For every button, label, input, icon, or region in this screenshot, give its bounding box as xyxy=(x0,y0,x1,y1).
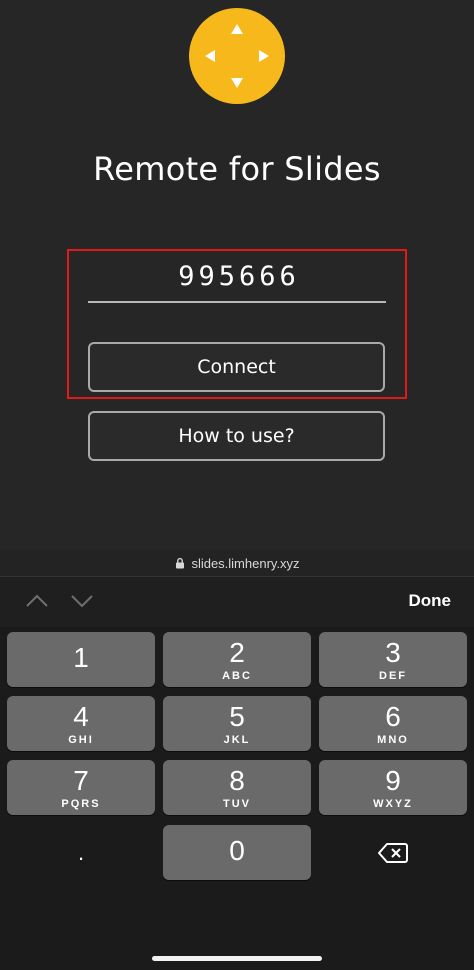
key-digit: 3 xyxy=(385,637,401,668)
chevron-down-icon[interactable] xyxy=(70,593,94,609)
key-digit: 4 xyxy=(73,701,89,732)
key-letters: TUV xyxy=(223,798,251,810)
how-to-use-button[interactable]: How to use? xyxy=(88,411,385,461)
key-letters: WXYZ xyxy=(373,798,413,810)
session-code-input[interactable] xyxy=(88,252,390,300)
key-0[interactable]: 0 xyxy=(163,825,311,880)
chevron-up-icon[interactable] xyxy=(25,593,49,609)
done-button[interactable]: Done xyxy=(409,591,452,611)
page-title: Remote for Slides xyxy=(93,150,381,188)
keyboard-accessory-bar: Done xyxy=(0,576,474,627)
key-letters: DEF xyxy=(379,670,407,682)
delete-key[interactable] xyxy=(319,825,467,880)
key-digit: 0 xyxy=(229,835,245,866)
key-4[interactable]: 4 GHI xyxy=(7,696,155,751)
key-2[interactable]: 2 ABC xyxy=(163,632,311,687)
key-letters: PQRS xyxy=(61,798,101,810)
home-indicator xyxy=(152,956,322,961)
key-6[interactable]: 6 MNO xyxy=(319,696,467,751)
remote-app: Remote for Slides Connect How to use? xyxy=(0,0,474,550)
key-7[interactable]: 7 PQRS xyxy=(7,760,155,815)
numeric-keypad: 1 2 ABC 3 DEF 4 GHI 5 JKL 6 MNO 7 PQRS 8… xyxy=(0,627,474,970)
key-1[interactable]: 1 xyxy=(7,632,155,687)
backspace-icon xyxy=(378,842,408,863)
code-input-underline xyxy=(88,301,386,303)
url-text: slides.limhenry.xyz xyxy=(191,555,300,571)
url-bar[interactable]: slides.limhenry.xyz xyxy=(0,550,474,576)
key-digit: 8 xyxy=(229,765,245,796)
key-digit: 1 xyxy=(73,642,89,673)
connect-button[interactable]: Connect xyxy=(88,342,385,392)
key-letters: JKL xyxy=(223,734,251,746)
key-letters: GHI xyxy=(68,734,94,746)
key-digit: 7 xyxy=(73,765,89,796)
key-5[interactable]: 5 JKL xyxy=(163,696,311,751)
key-letters: MNO xyxy=(377,734,409,746)
lock-icon xyxy=(176,557,185,569)
key-letters: ABC xyxy=(222,670,252,682)
key-8[interactable]: 8 TUV xyxy=(163,760,311,815)
key-digit: 6 xyxy=(385,701,401,732)
key-3[interactable]: 3 DEF xyxy=(319,632,467,687)
key-digit: 5 xyxy=(229,701,245,732)
key-digit: 2 xyxy=(229,637,245,668)
key-dot[interactable]: . xyxy=(7,825,155,880)
dpad-logo-icon xyxy=(189,8,285,104)
key-9[interactable]: 9 WXYZ xyxy=(319,760,467,815)
key-digit: 9 xyxy=(385,765,401,796)
